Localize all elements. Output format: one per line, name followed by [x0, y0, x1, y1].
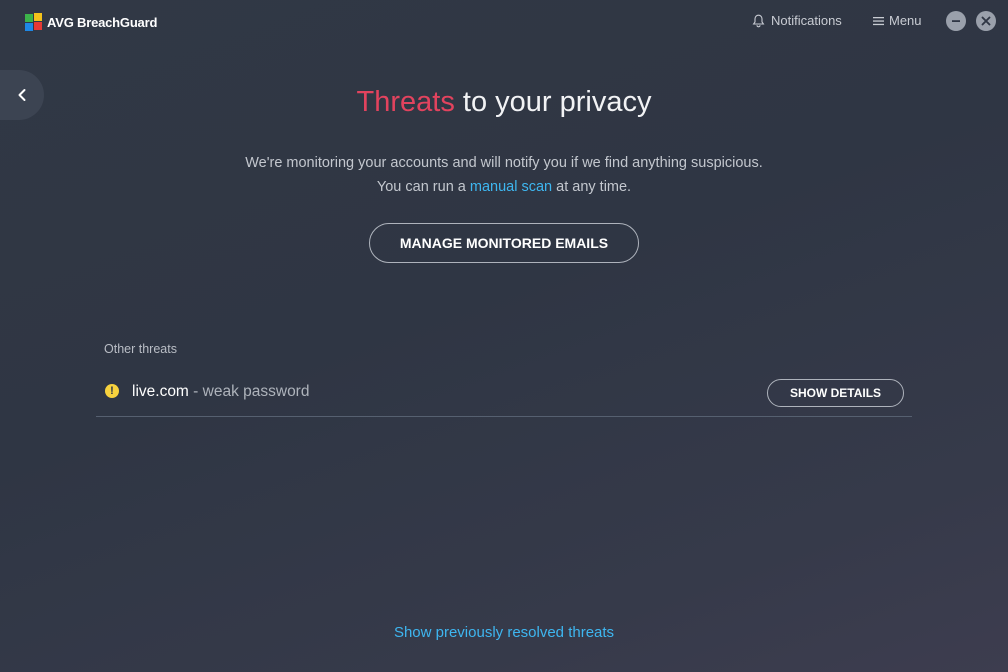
hamburger-icon: [873, 16, 884, 25]
description-line-2: You can run a manual scan at any time.: [0, 175, 1008, 199]
show-resolved-threats-link[interactable]: Show previously resolved threats: [0, 624, 1008, 641]
minimize-button[interactable]: [946, 11, 966, 31]
product-name: BreachGuard: [77, 14, 158, 30]
avg-logo-icon: [25, 13, 42, 31]
manage-monitored-emails-button[interactable]: MANAGE MONITORED EMAILS: [369, 223, 639, 263]
menu-label: Menu: [889, 13, 922, 28]
threat-row: ! live.com - weak password SHOW DETAILS: [96, 368, 912, 417]
monitoring-description: We're monitoring your accounts and will …: [0, 151, 1008, 199]
menu-button[interactable]: Menu: [873, 13, 922, 28]
warning-icon: !: [105, 384, 119, 398]
threat-description: live.com - weak password: [132, 383, 309, 401]
manual-scan-link[interactable]: manual scan: [470, 179, 552, 195]
description-prefix: You can run a: [376, 179, 470, 195]
page-title: Threats to your privacy: [0, 86, 1008, 119]
description-suffix: at any time.: [552, 179, 632, 195]
notifications-button[interactable]: Notifications: [752, 13, 842, 28]
minimize-icon: [952, 20, 960, 22]
show-details-button[interactable]: SHOW DETAILS: [767, 379, 904, 407]
threat-issue: weak password: [202, 383, 310, 400]
bell-icon: [752, 14, 765, 27]
page-title-rest: to your privacy: [454, 86, 652, 118]
close-icon: [981, 16, 991, 26]
other-threats-label: Other threats: [104, 342, 177, 356]
description-line-1: We're monitoring your accounts and will …: [245, 155, 763, 171]
close-button[interactable]: [976, 11, 996, 31]
brand-name: AVG: [47, 14, 74, 30]
notifications-label: Notifications: [771, 13, 842, 28]
app-logo: AVG BreachGuard: [24, 12, 157, 32]
threat-separator: -: [188, 383, 203, 400]
threat-site: live.com: [132, 383, 189, 400]
page-title-accent: Threats: [356, 86, 455, 118]
title-bar: AVG BreachGuard Notifications Menu: [0, 0, 1008, 44]
app-brand-text: AVG BreachGuard: [47, 15, 157, 30]
